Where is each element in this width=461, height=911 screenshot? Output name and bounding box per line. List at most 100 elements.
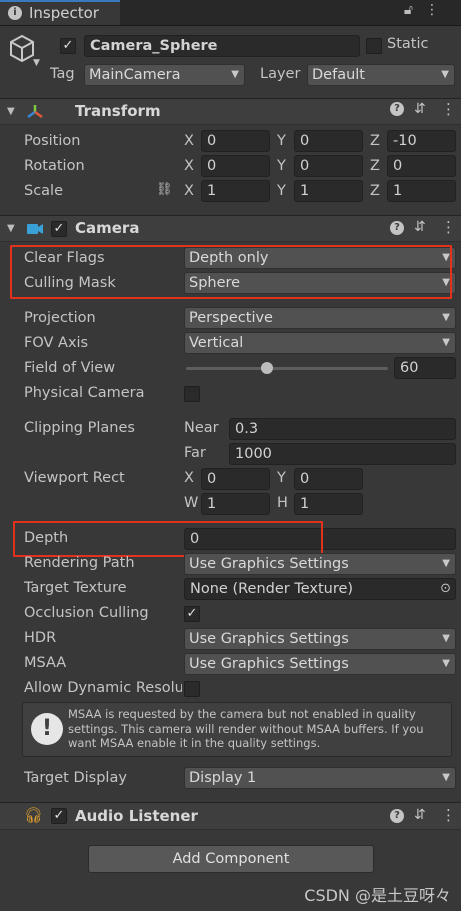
object-name-input[interactable]: Camera_Sphere xyxy=(84,35,360,57)
camera-header[interactable]: ▼ ✓ Camera ? ⇵ ⋮ xyxy=(0,215,461,242)
layer-dropdown[interactable]: Default ▼ xyxy=(307,64,455,86)
allow-dynamic-resolution-checkbox[interactable] xyxy=(184,681,200,697)
fov-axis-label: FOV Axis xyxy=(24,335,89,351)
far-clip-input[interactable]: 1000 xyxy=(229,443,456,465)
viewport-y-input[interactable]: 0 xyxy=(294,468,363,490)
object-picker-icon[interactable]: ⊙ xyxy=(440,579,451,599)
msaa-value: Use Graphics Settings xyxy=(189,656,349,672)
presets-icon[interactable]: ⇵ xyxy=(414,807,426,823)
transform-icon xyxy=(26,103,44,125)
tag-value: MainCamera xyxy=(89,67,181,83)
static-label: Static xyxy=(387,36,429,52)
help-icon[interactable]: ? xyxy=(390,221,404,235)
rendering-path-dropdown[interactable]: Use Graphics Settings ▼ xyxy=(184,553,456,575)
near-clip-input[interactable]: 0.3 xyxy=(229,418,456,440)
fov-value-input[interactable]: 60 xyxy=(394,357,456,379)
static-checkbox[interactable] xyxy=(366,38,382,54)
help-icon[interactable]: ? xyxy=(390,809,404,823)
vp-x-label: X xyxy=(184,470,194,486)
physical-camera-label: Physical Camera xyxy=(24,385,145,401)
occlusion-culling-label: Occlusion Culling xyxy=(24,605,149,621)
constrain-proportions-icon[interactable]: ⛓︎ xyxy=(156,182,173,197)
info-icon: i xyxy=(8,6,22,20)
position-y-input[interactable]: 0 xyxy=(294,130,363,152)
kebab-menu-icon[interactable]: ⋮ xyxy=(425,2,451,18)
axis-y-label: Y xyxy=(277,158,286,174)
position-z-input[interactable]: -10 xyxy=(387,130,456,152)
vp-y-label: Y xyxy=(277,470,286,486)
far-label: Far xyxy=(184,445,206,461)
camera-enabled-checkbox[interactable]: ✓ xyxy=(51,221,67,237)
cube-icon[interactable] xyxy=(8,34,36,63)
rotation-label: Rotation xyxy=(24,158,85,174)
axis-y-label: Y xyxy=(277,133,286,149)
inspector-tab[interactable]: i Inspector xyxy=(0,0,120,25)
physical-camera-checkbox[interactable] xyxy=(184,386,200,402)
projection-dropdown[interactable]: Perspective ▼ xyxy=(184,307,456,329)
axis-y-label: Y xyxy=(277,183,286,199)
fov-slider-knob[interactable] xyxy=(261,362,274,374)
axis-x-label: X xyxy=(184,158,194,174)
rotation-y-input[interactable]: 0 xyxy=(294,155,363,177)
hdr-dropdown[interactable]: Use Graphics Settings ▼ xyxy=(184,628,456,650)
lock-icon[interactable]: 🔓︎ xyxy=(404,2,425,18)
allow-dynamic-resolution-label: Allow Dynamic Resolu xyxy=(24,680,182,696)
fov-axis-dropdown[interactable]: Vertical ▼ xyxy=(184,332,456,354)
transform-title: Transform xyxy=(75,102,161,120)
scale-y-input[interactable]: 1 xyxy=(294,180,363,202)
tab-actions: 🔓︎⋮ xyxy=(404,2,451,18)
axis-z-label: Z xyxy=(370,183,380,199)
audio-listener-enabled-checkbox[interactable]: ✓ xyxy=(51,808,67,824)
presets-icon[interactable]: ⇵ xyxy=(414,219,426,235)
foldout-arrow-icon[interactable]: ▼ xyxy=(7,223,15,234)
chevron-down-icon: ▼ xyxy=(442,558,450,569)
rendering-path-value: Use Graphics Settings xyxy=(189,556,349,572)
kebab-menu-icon[interactable]: ⋮ xyxy=(441,218,456,236)
chevron-down-icon: ▼ xyxy=(442,633,450,644)
viewport-h-input[interactable]: 1 xyxy=(294,493,363,515)
position-x-input[interactable]: 0 xyxy=(201,130,270,152)
msaa-dropdown[interactable]: Use Graphics Settings ▼ xyxy=(184,653,456,675)
viewport-w-input[interactable]: 1 xyxy=(201,493,270,515)
rendering-path-label: Rendering Path xyxy=(24,555,135,571)
presets-icon[interactable]: ⇵ xyxy=(414,101,426,117)
kebab-menu-icon[interactable]: ⋮ xyxy=(441,806,456,824)
target-texture-field[interactable]: None (Render Texture) ⊙ xyxy=(184,578,456,600)
target-display-dropdown[interactable]: Display 1 ▼ xyxy=(184,767,456,789)
axis-z-label: Z xyxy=(370,133,380,149)
add-component-button[interactable]: Add Component xyxy=(88,845,374,873)
scale-z-input[interactable]: 1 xyxy=(387,180,456,202)
active-checkbox[interactable]: ✓ xyxy=(60,38,76,54)
kebab-menu-icon[interactable]: ⋮ xyxy=(441,100,456,118)
transform-header[interactable]: ▼ Transform ? ⇵ ⋮ xyxy=(0,98,461,125)
audio-listener-header[interactable]: 🎧︎ ✓ Audio Listener ? ⇵ ⋮ xyxy=(0,802,461,830)
fov-label: Field of View xyxy=(24,360,116,376)
rotation-x-input[interactable]: 0 xyxy=(201,155,270,177)
inspector-tab-label: Inspector xyxy=(29,4,99,22)
rotation-z-input[interactable]: 0 xyxy=(387,155,456,177)
fov-axis-value: Vertical xyxy=(189,335,244,351)
highlight-annotation-box xyxy=(13,521,323,557)
vp-h-label: H xyxy=(277,495,288,511)
hdr-value: Use Graphics Settings xyxy=(189,631,349,647)
scale-x-input[interactable]: 1 xyxy=(201,180,270,202)
chevron-down-icon: ▼ xyxy=(442,337,450,348)
layer-value: Default xyxy=(312,67,365,83)
icon-dropdown-arrow-icon[interactable]: ▼ xyxy=(33,58,40,68)
fov-slider-track[interactable] xyxy=(186,367,388,370)
projection-label: Projection xyxy=(24,310,96,326)
foldout-arrow-icon[interactable]: ▼ xyxy=(7,106,15,117)
axis-x-label: X xyxy=(184,183,194,199)
tag-dropdown[interactable]: MainCamera ▼ xyxy=(84,64,245,86)
highlight-annotation-box xyxy=(10,245,452,299)
headphones-icon: 🎧︎ xyxy=(24,806,44,824)
help-icon[interactable]: ? xyxy=(390,102,404,116)
target-display-label: Target Display xyxy=(24,770,127,786)
hdr-label: HDR xyxy=(24,630,57,646)
axis-x-label: X xyxy=(184,133,194,149)
layer-label: Layer xyxy=(260,66,301,82)
near-label: Near xyxy=(184,420,219,436)
viewport-x-input[interactable]: 0 xyxy=(201,468,270,490)
chevron-down-icon: ▼ xyxy=(442,658,450,669)
occlusion-culling-checkbox[interactable]: ✓ xyxy=(184,606,200,622)
